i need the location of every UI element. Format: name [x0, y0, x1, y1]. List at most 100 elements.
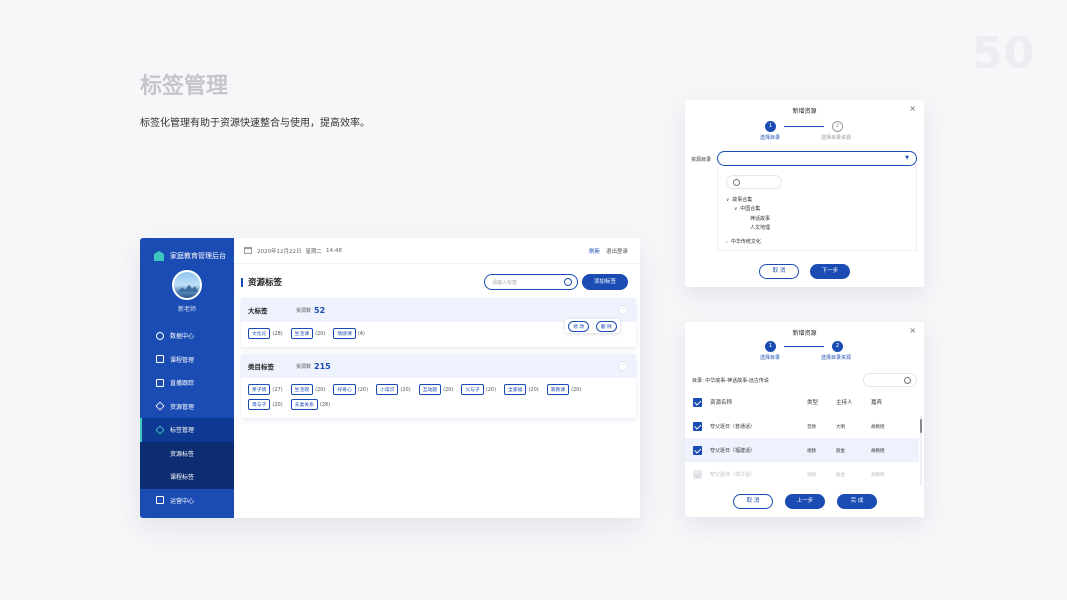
brand[interactable]: 家庭教育管理后台 — [140, 244, 234, 268]
more-options-icon[interactable]: ··· — [618, 361, 628, 371]
tree-node[interactable]: 神话故事 — [750, 215, 770, 222]
sidebar-item-live-tracking[interactable]: 直播跟踪 — [140, 371, 234, 395]
tree-node-label: 人文地理 — [750, 225, 771, 231]
tag-item[interactable]: 生活课 (20) — [290, 328, 325, 339]
column-header-name: 资源名称 — [710, 400, 733, 406]
directory-path: 目录: 中华故事-神话故事-远古传说 — [692, 378, 769, 384]
resource-type: 视频 — [807, 473, 816, 478]
tag-item[interactable]: 情感课 (4) — [333, 328, 365, 339]
sidebar-item-operations-center[interactable]: 运营中心 — [140, 489, 234, 513]
sidebar: 家庭教育管理后台 新老师 数据中心 课程管理 直播跟踪 资源管理 标签管理 资源… — [140, 238, 234, 518]
sidebar-item-resource-management[interactable]: 资源管理 — [140, 395, 234, 419]
tree-node[interactable]: › 中华传统文化 — [726, 238, 761, 245]
previous-step-button[interactable]: 上一步 — [785, 494, 825, 509]
tag-count: (20) — [571, 386, 582, 393]
avatar[interactable] — [172, 270, 202, 300]
sidebar-item-label: 资源标签 — [170, 450, 195, 458]
tag-item[interactable]: 夫妻关系 (28) — [290, 399, 331, 410]
tag-count: (20) — [443, 386, 454, 393]
step-label-2: 选择目录资源 — [821, 355, 852, 361]
close-icon[interactable]: × — [909, 104, 916, 113]
table-row[interactable]: 夸父逐日（普通话） 音频 大明 胡教授 — [685, 414, 919, 438]
directory-select[interactable]: ▼ — [717, 151, 917, 166]
scrollbar-thumb[interactable] — [920, 419, 922, 433]
search-icon[interactable] — [564, 278, 572, 286]
column-header-type: 类型 — [807, 400, 819, 406]
tag-icon — [155, 425, 165, 435]
tag-item[interactable]: 亲子情 (27) — [248, 384, 283, 395]
tag-chip: 互动题 — [418, 384, 442, 395]
page-title: 标签管理 — [140, 74, 229, 99]
resource-type: 音频 — [807, 425, 816, 430]
sidebar-item-course-management[interactable]: 课程管理 — [140, 348, 234, 372]
resource-host: 大明 — [836, 425, 845, 430]
tag-item[interactable]: 小常识 (20) — [376, 384, 411, 395]
tag-count: (20) — [528, 386, 539, 393]
logout-link[interactable]: 退出登录 — [606, 247, 628, 255]
tag-chip: 生活观 — [290, 384, 314, 395]
sidebar-subitem-resource-tags[interactable]: 资源标签 — [140, 442, 234, 466]
table-row[interactable]: 夸父逐日（福建话） 视频 丽金 胡教授 — [685, 438, 919, 462]
next-step-button[interactable]: 下一步 — [810, 264, 850, 279]
calendar-icon — [244, 247, 252, 254]
finish-button[interactable]: 完 成 — [837, 494, 877, 509]
tag-search-input[interactable]: 请输入标签 — [484, 274, 578, 290]
tag-count: (27) — [272, 386, 283, 393]
refresh-link[interactable]: 刷新 — [589, 247, 600, 255]
tree-node-label: 中国合集 — [740, 206, 761, 212]
resource-guest: 胡教授 — [871, 473, 885, 478]
step-connector — [784, 126, 824, 127]
tag-chip: 全家福 — [504, 384, 527, 395]
tag-item[interactable]: 家教课 (20) — [546, 384, 582, 395]
step-label-2: 选择目录资源 — [821, 135, 852, 141]
tree-node[interactable]: ∨ 故事合集 — [726, 196, 752, 203]
tag-count: (28) — [319, 401, 331, 408]
resource-search-input[interactable] — [863, 373, 917, 387]
tag-group-title: 大标签 — [248, 307, 268, 315]
edit-button[interactable]: 修 改 — [568, 320, 590, 332]
sidebar-item-tag-management[interactable]: 标签管理 — [140, 418, 234, 442]
close-icon[interactable]: × — [909, 326, 916, 335]
table-header: 资源名称 类型 主持人 嘉宾 — [685, 392, 924, 412]
tree-node[interactable]: ∨ 中国合集 — [734, 205, 760, 212]
sidebar-item-label: 课程管理 — [170, 356, 195, 364]
tag-item[interactable]: 生活观 (20) — [290, 384, 325, 395]
section-header: 资源标签 — [241, 276, 282, 288]
tag-count: (20) — [400, 386, 411, 393]
add-resource-dialog-step2: 新增资源 × 1 2 选择目录 选择目录资源 目录: 中华故事-神话故事-远古传… — [685, 322, 924, 517]
tag-chip: 母与子 — [248, 399, 271, 410]
delete-button[interactable]: 删 除 — [595, 320, 617, 332]
layers-icon — [155, 401, 165, 411]
resource-name: 夸父逐日（普通话） — [710, 424, 756, 430]
tag-item[interactable]: 文化论 (28) — [248, 328, 283, 339]
select-all-checkbox[interactable] — [693, 397, 702, 407]
cancel-button[interactable]: 取 消 — [733, 494, 773, 509]
chevron-right-icon: › — [726, 240, 728, 245]
sidebar-item-label: 数据中心 — [170, 333, 195, 341]
tag-item[interactable]: 母与子 (20) — [248, 399, 283, 410]
tag-item[interactable]: 全家福 (20) — [504, 384, 539, 395]
more-options-icon[interactable]: ··· — [618, 305, 628, 315]
tree-node-label: 故事合集 — [732, 197, 753, 203]
tree-node[interactable]: 人文地理 — [750, 224, 770, 231]
section-title: 资源标签 — [248, 278, 283, 288]
search-icon — [904, 377, 911, 384]
tree-search-input[interactable] — [726, 175, 782, 189]
brand-name: 家庭教育管理后台 — [170, 252, 226, 260]
cancel-button[interactable]: 取 消 — [759, 264, 799, 279]
tag-actions-popover: 修 改 删 除 — [565, 319, 620, 333]
tag-item[interactable]: 好奇心 (20) — [333, 384, 368, 395]
house-logo-icon — [154, 251, 164, 261]
monitor-icon — [156, 496, 164, 505]
sidebar-item-data-center[interactable]: 数据中心 — [140, 324, 234, 348]
row-checkbox[interactable] — [693, 422, 702, 431]
tag-item[interactable]: 互动题 (20) — [418, 384, 454, 395]
tag-chip: 家教课 — [546, 384, 570, 395]
sidebar-subitem-course-tags[interactable]: 课程标签 — [140, 465, 234, 489]
add-tag-button[interactable]: 添加标签 — [582, 274, 628, 290]
live-icon — [156, 378, 164, 387]
step-label-1: 选择目录 — [760, 355, 781, 361]
tag-item[interactable]: 父与子 (20) — [461, 384, 496, 395]
row-checkbox[interactable] — [693, 446, 702, 455]
tag-count: (20) — [357, 386, 369, 393]
